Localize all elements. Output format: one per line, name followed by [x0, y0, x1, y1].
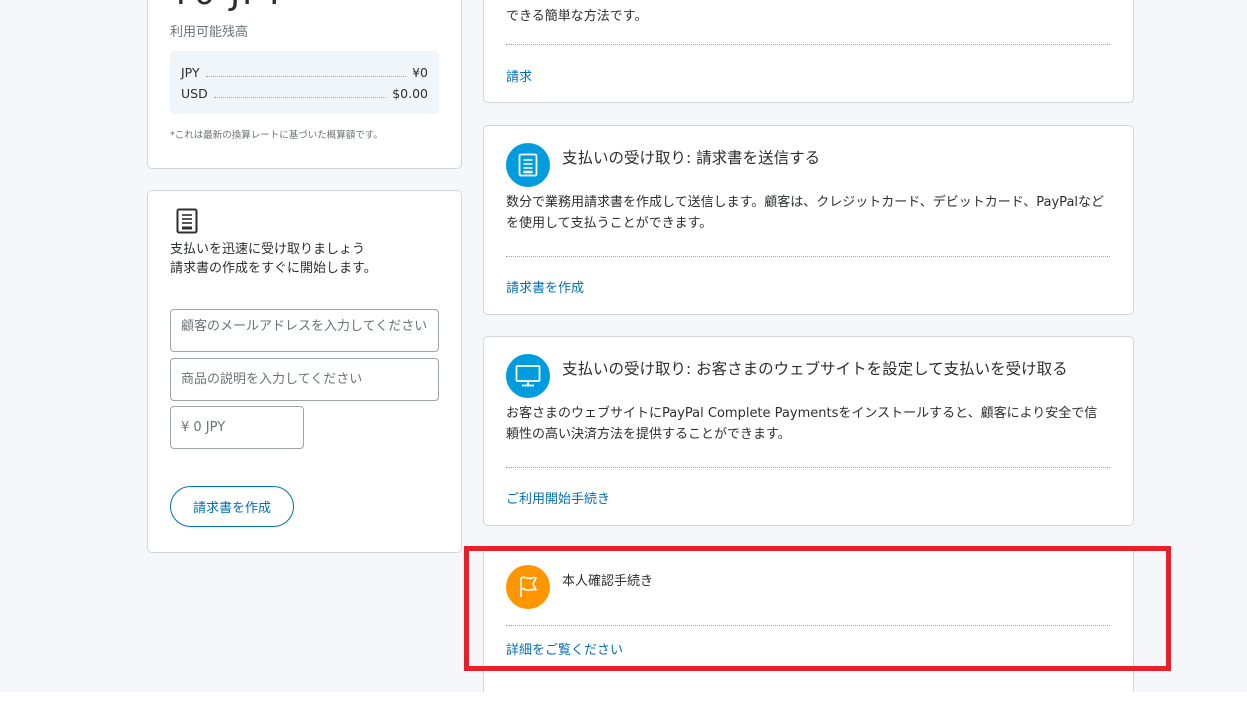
create-invoice-link[interactable]: 請求書を作成 [506, 277, 584, 296]
currency-code: JPY [181, 64, 200, 80]
card-description: 数分で業務用請求書を作成して送信します。顧客は、クレジットカード、デビットカード… [506, 195, 1105, 231]
currency-amount: $0.00 [392, 85, 428, 101]
dotted-leader [213, 88, 387, 98]
balance-amount: ¥0 JPY [170, 0, 287, 13]
card-title: 本人確認手続き [562, 574, 654, 589]
flag-icon [506, 565, 550, 609]
card-divider [506, 467, 1110, 468]
view-details-link[interactable]: 詳細をご覧ください [506, 639, 623, 658]
customer-email-input[interactable] [170, 309, 439, 352]
request-money-card: できる簡単な方法です。 請求 [483, 0, 1134, 103]
currency-row-jpy: JPY ¥0 [181, 63, 428, 81]
get-started-link[interactable]: ご利用開始手続き [506, 488, 610, 507]
card-description: できる簡単な方法です。 [506, 9, 648, 24]
quick-invoice-title-line1: 支払いを迅速に受け取りましょう [170, 242, 366, 257]
currency-row-usd: USD $0.00 [181, 84, 428, 102]
quick-invoice-title: 支払いを迅速に受け取りましょう 請求書の作成をすぐに開始します。 [170, 240, 377, 278]
currency-amount: ¥0 [412, 64, 428, 80]
document-icon [176, 208, 198, 238]
monitor-icon [506, 354, 550, 398]
currency-code: USD [181, 85, 208, 101]
quick-invoice-card: 支払いを迅速に受け取りましょう 請求書の作成をすぐに開始します。 請求書を作成 [147, 190, 462, 553]
currency-breakdown: JPY ¥0 USD $0.00 [170, 51, 439, 114]
card-title: 支払いの受け取り: 請求書を送信する [562, 149, 821, 167]
balance-label: 利用可能残高 [170, 25, 249, 40]
card-description: お客さまのウェブサイトにPayPal Complete Paymentsをインス… [506, 406, 1098, 442]
card-divider [506, 256, 1110, 257]
invoice-icon [506, 143, 550, 187]
card-title: 支払いの受け取り: お客さまのウェブサイトを設定して支払いを受け取る [562, 360, 1068, 378]
page-footer-strip [0, 692, 1247, 706]
card-divider [506, 44, 1110, 45]
send-invoice-card: 支払いの受け取り: 請求書を送信する 数分で業務用請求書を作成して送信します。顧… [483, 125, 1134, 315]
identity-verification-card: 本人確認手続き 詳細をご覧ください [483, 547, 1134, 692]
balance-card: ¥0 JPY 利用可能残高 JPY ¥0 USD $0.00 *これは最新の換算… [147, 0, 462, 169]
card-divider [506, 625, 1110, 626]
quick-invoice-title-line2: 請求書の作成をすぐに開始します。 [170, 261, 377, 276]
create-invoice-button[interactable]: 請求書を作成 [170, 486, 294, 527]
balance-note: *これは最新の換算レートに基づいた概算額です。 [170, 130, 383, 141]
item-description-input[interactable] [170, 358, 439, 401]
website-payments-card: 支払いの受け取り: お客さまのウェブサイトを設定して支払いを受け取る お客さまの… [483, 336, 1134, 526]
dotted-leader [205, 67, 407, 77]
amount-input[interactable] [170, 406, 304, 449]
request-link[interactable]: 請求 [506, 66, 532, 85]
